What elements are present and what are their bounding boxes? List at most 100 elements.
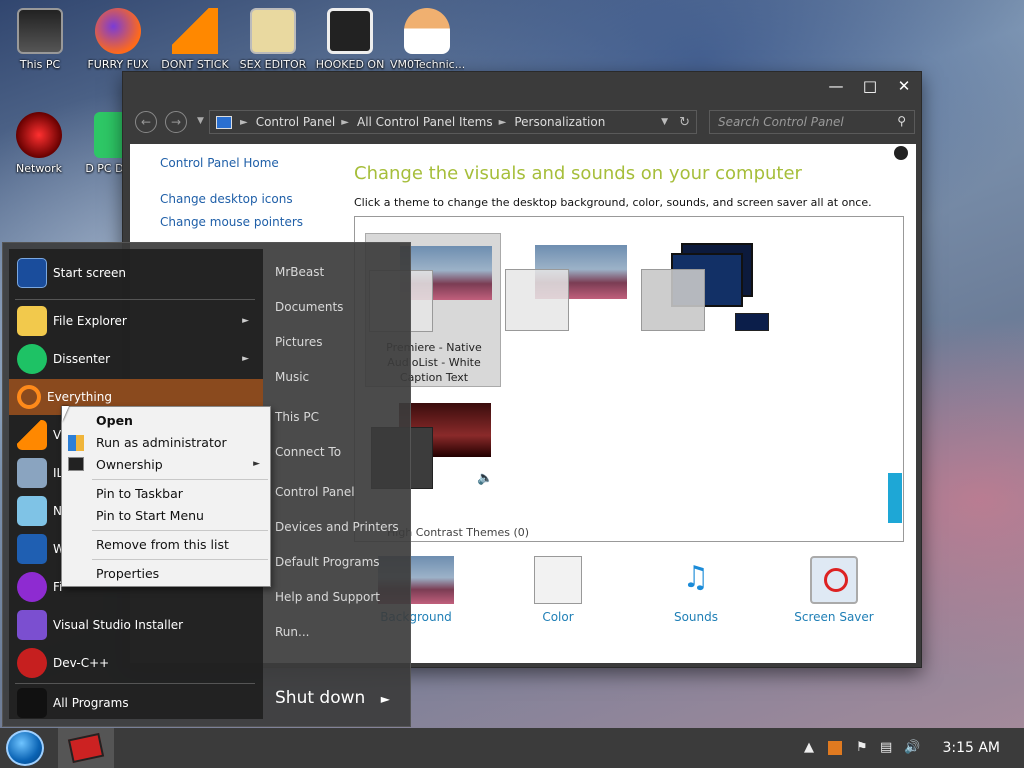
- ctx-remove[interactable]: Remove from this list: [96, 537, 229, 552]
- control-panel-home-link[interactable]: Control Panel Home: [160, 156, 279, 170]
- no-sign-icon: [824, 568, 848, 592]
- theme-item[interactable]: [505, 233, 635, 333]
- all-programs-icon: [17, 688, 47, 718]
- dissenter-item[interactable]: Dissenter ►: [9, 341, 263, 377]
- shutdown-arrow-icon[interactable]: ►: [381, 692, 390, 706]
- desktop-icon-label: FURRY FUX: [87, 58, 149, 71]
- flag-icon[interactable]: ⚑: [856, 740, 868, 755]
- desktop-icon-label: SEX EDITOR: [239, 58, 307, 71]
- place-devices-printers[interactable]: Devices and Printers: [275, 520, 399, 534]
- file-explorer-item[interactable]: File Explorer ►: [9, 303, 263, 339]
- place-connect-to[interactable]: Connect To: [275, 445, 341, 459]
- divider: [15, 299, 255, 300]
- desktop-icon-furry-fux[interactable]: FURRY FUX: [81, 8, 155, 71]
- color-button[interactable]: Color: [508, 556, 608, 624]
- maximize-icon[interactable]: □: [853, 72, 887, 100]
- back-arrow-icon[interactable]: ←: [135, 111, 157, 133]
- refresh-icon[interactable]: ↻: [679, 115, 690, 130]
- menu-separator: [92, 479, 268, 480]
- start-orb-button[interactable]: [6, 730, 44, 766]
- breadcrumb-personalization[interactable]: Personalization: [514, 115, 605, 129]
- screen-saver-button[interactable]: Screen Saver: [784, 556, 884, 624]
- hxd-editor-icon: [250, 8, 296, 54]
- screen-saver-label: Screen Saver: [794, 610, 874, 624]
- mouse-cursor-icon: [62, 406, 76, 422]
- folder-icon: [17, 306, 47, 336]
- magnifier-icon: [17, 385, 41, 409]
- divider: [15, 683, 255, 684]
- all-programs-label: All Programs: [53, 696, 129, 710]
- visual-studio-installer-item[interactable]: Visual Studio Installer: [9, 607, 263, 643]
- ctx-properties[interactable]: Properties: [96, 566, 159, 581]
- desktop-icon-hooked-on[interactable]: HOOKED ON: [313, 8, 387, 71]
- desktop-icon-label: Network: [16, 162, 62, 175]
- desktop-icon-sex-editor[interactable]: SEX EDITOR: [236, 8, 310, 71]
- search-input[interactable]: Search Control Panel ⚲: [709, 110, 915, 134]
- place-control-panel[interactable]: Control Panel: [275, 485, 355, 499]
- console-icon: [68, 457, 84, 471]
- clock[interactable]: 3:15 AM: [942, 740, 1000, 756]
- start-screen-item[interactable]: Start screen: [9, 255, 263, 291]
- place-this-pc[interactable]: This PC: [275, 410, 319, 424]
- ctx-open[interactable]: Open: [96, 413, 133, 428]
- mask-icon: [17, 572, 47, 602]
- account-picture-icon[interactable]: [894, 146, 908, 160]
- address-dropdown-icon[interactable]: ▼: [661, 117, 668, 127]
- tool-icon: [17, 458, 47, 488]
- page-subtitle: Click a theme to change the desktop back…: [354, 196, 872, 209]
- change-desktop-icons-link[interactable]: Change desktop icons: [160, 192, 293, 206]
- menu-separator: [92, 559, 268, 560]
- desktop-icon-label: DONT STICK: [161, 58, 229, 71]
- ctx-pin-taskbar[interactable]: Pin to Taskbar: [96, 486, 183, 501]
- shutdown-button[interactable]: Shut down ►: [275, 688, 390, 708]
- place-pictures[interactable]: Pictures: [275, 335, 323, 349]
- place-run[interactable]: Run...: [275, 625, 309, 639]
- taskbar-app-button[interactable]: [58, 728, 114, 768]
- place-default-programs[interactable]: Default Programs: [275, 555, 380, 569]
- powershell-icon: [17, 534, 47, 564]
- desktop-icon-label: VM0Technic...: [390, 58, 464, 71]
- minimize-icon[interactable]: —: [819, 72, 853, 100]
- sounds-button[interactable]: ♫ Sounds: [646, 556, 746, 624]
- place-help-support[interactable]: Help and Support: [275, 590, 380, 604]
- close-icon[interactable]: ✕: [887, 72, 921, 100]
- color-label: Color: [542, 610, 574, 624]
- theme-mini-thumb: [735, 313, 769, 331]
- place-music[interactable]: Music: [275, 370, 309, 384]
- theme-item[interactable]: [641, 233, 771, 333]
- dev-cpp-item[interactable]: Dev-C++: [9, 645, 263, 681]
- change-mouse-pointers-link[interactable]: Change mouse pointers: [160, 215, 303, 229]
- breadcrumb-control-panel[interactable]: Control Panel: [256, 115, 336, 129]
- forward-arrow-icon[interactable]: →: [165, 111, 187, 133]
- dissenter-icon: [17, 344, 47, 374]
- desktop-icon-vm0technic[interactable]: VM0Technic...: [390, 8, 464, 71]
- ctx-ownership[interactable]: Ownership: [96, 457, 163, 472]
- search-placeholder: Search Control Panel: [718, 115, 844, 129]
- recent-dropdown-icon[interactable]: ▼: [197, 116, 204, 126]
- taskbar: ▲ ⚑ ▤ 🔊 3:15 AM: [0, 728, 1024, 768]
- volume-icon[interactable]: 🔊: [904, 740, 920, 755]
- address-bar[interactable]: ► Control Panel ► All Control Panel Item…: [209, 110, 697, 134]
- place-mrbeast[interactable]: MrBeast: [275, 265, 324, 279]
- ctx-run-as-admin[interactable]: Run as administrator: [96, 435, 227, 450]
- firefox-icon: [95, 8, 141, 54]
- context-menu: Open Run as administrator Ownership ► Pi…: [61, 406, 271, 587]
- tray-app-icon[interactable]: [828, 741, 842, 755]
- search-icon: ⚲: [897, 114, 906, 128]
- ctx-pin-start[interactable]: Pin to Start Menu: [96, 508, 204, 523]
- item-label: Dev-C++: [53, 656, 110, 670]
- themes-scrollbar[interactable]: [888, 473, 902, 523]
- place-documents[interactable]: Documents: [275, 300, 343, 314]
- desktop-icon-this-pc[interactable]: This PC: [3, 8, 77, 71]
- network-icon[interactable]: ▤: [880, 740, 892, 755]
- visual-studio-icon: [17, 610, 47, 640]
- all-programs-item[interactable]: All Programs: [9, 685, 263, 721]
- desktop-icon-dont-stick[interactable]: DONT STICK: [158, 8, 232, 71]
- control-panel-small-icon: [216, 115, 232, 129]
- desktop-icon-label: This PC: [19, 58, 61, 71]
- color-swatch-icon: [534, 556, 582, 604]
- show-hidden-icons-icon[interactable]: ▲: [804, 740, 814, 755]
- desktop-icon-network[interactable]: Network: [2, 112, 76, 175]
- item-label: Dissenter: [53, 352, 111, 366]
- breadcrumb-all-items[interactable]: All Control Panel Items: [357, 115, 493, 129]
